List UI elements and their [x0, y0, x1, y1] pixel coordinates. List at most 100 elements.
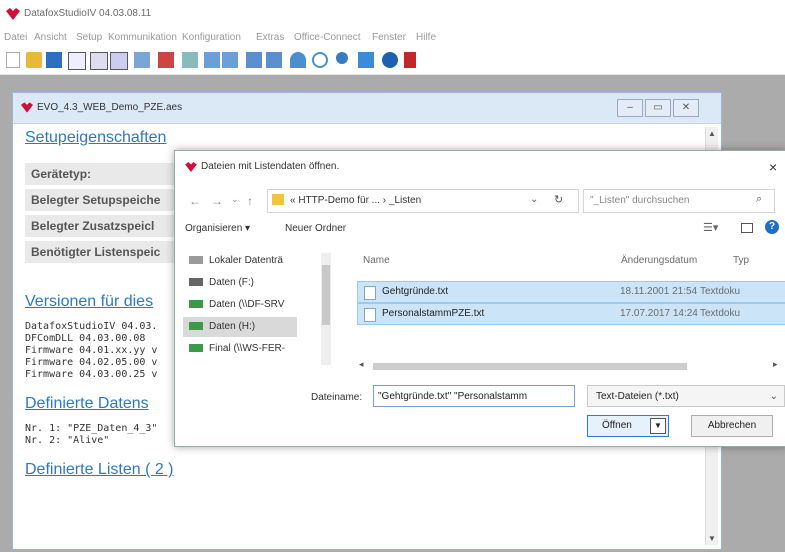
property-geraetetyp: Gerätetyp:	[25, 163, 181, 187]
drive-icon	[189, 256, 203, 265]
scroll-right-icon[interactable]: ▸	[773, 359, 778, 370]
menu-kommunikation[interactable]: Kommunikation	[108, 32, 177, 43]
view-options-icon[interactable]: ☰▾	[703, 221, 718, 234]
dialog-title: Dateien mit Listendaten öffnen.	[201, 161, 340, 172]
maximize-button[interactable]: ▭	[645, 99, 671, 117]
nav-item-label: Lokaler Datenträ	[209, 255, 283, 266]
receive-icon[interactable]	[266, 52, 282, 68]
column-header-date[interactable]: Änderungsdatum	[621, 255, 697, 266]
network-drive-icon	[189, 322, 203, 331]
menu-setup[interactable]: Setup	[76, 32, 102, 43]
filename-value: "Gehtgründe.txt" "Personalstamm	[378, 391, 528, 402]
file-list-hscrollbar[interactable]: ◂ ▸	[359, 359, 785, 373]
column-header-type[interactable]: Typ	[733, 255, 749, 266]
section-lists-title[interactable]: Definierte Listen ( 2 )	[25, 461, 174, 479]
search-icon[interactable]	[336, 52, 348, 64]
scroll-down-icon[interactable]: ▼	[708, 534, 716, 543]
text-file-icon	[364, 308, 376, 322]
monitor-icon[interactable]	[358, 52, 374, 68]
import-icon[interactable]	[204, 52, 220, 68]
new-icon[interactable]	[6, 52, 20, 68]
app-title: DatafoxStudioIV 04.03.08.11	[24, 8, 152, 19]
file-type-filter[interactable]: Text-Dateien (*.txt) ⌄	[587, 385, 785, 407]
open-button-label: Öffnen	[602, 420, 632, 431]
file-type: Textdoku	[700, 286, 741, 297]
search-box[interactable]: "_Listen" durchsuchen ⌕	[583, 189, 775, 213]
nav-scroll-thumb[interactable]	[322, 265, 330, 325]
nav-item-label: Final (\\WS-FER-	[209, 343, 286, 354]
hscroll-thumb[interactable]	[373, 363, 687, 370]
preview-pane-icon[interactable]	[741, 223, 753, 233]
dialog-close-button[interactable]: ×	[769, 159, 777, 175]
cancel-button[interactable]: Abbrechen	[691, 415, 773, 437]
refresh-icon[interactable]: ↻	[554, 193, 563, 206]
filter-value: Text-Dateien (*.txt)	[596, 391, 679, 402]
new-folder-button[interactable]: Neuer Ordner	[285, 223, 346, 234]
open-dropdown-icon[interactable]: ▼	[650, 418, 666, 434]
version-line: Firmware 04.02.05.00 v	[25, 357, 158, 368]
version-line: DFComDLL 04.03.00.08	[25, 333, 146, 344]
menu-ansicht[interactable]: Ansicht	[34, 32, 67, 43]
section-setup-title[interactable]: Setupeigenschaften	[25, 129, 166, 147]
drive-icon	[189, 278, 203, 287]
help-icon[interactable]: ?	[765, 220, 779, 234]
menu-bar: Datei Ansicht Setup Kommunikation Konfig…	[0, 30, 785, 48]
nav-item-daten-h[interactable]: Daten (H:)	[183, 317, 297, 337]
open-button[interactable]: Öffnen ▼	[587, 415, 669, 437]
list-icon[interactable]	[182, 52, 198, 68]
menu-hilfe[interactable]: Hilfe	[416, 32, 436, 43]
up-arrow-icon[interactable]: ↑	[247, 194, 253, 208]
forward-arrow-icon[interactable]: →	[211, 194, 223, 208]
users-icon[interactable]	[290, 52, 306, 68]
app-title-bar: DatafoxStudioIV 04.03.08.11	[0, 0, 785, 30]
scroll-left-icon[interactable]: ◂	[359, 359, 364, 370]
menu-extras[interactable]: Extras	[256, 32, 284, 43]
column-header-name[interactable]: Name	[363, 255, 390, 266]
grid-edit-icon[interactable]	[110, 52, 128, 70]
table-icon[interactable]	[68, 52, 86, 70]
chevron-down-icon: ⌄	[769, 391, 778, 402]
nav-scrollbar[interactable]	[321, 253, 331, 365]
transfer-icon[interactable]	[158, 52, 174, 68]
grid-icon[interactable]	[90, 52, 108, 70]
file-date: 17.07.2017 14:24	[620, 308, 698, 319]
property-setupspeicher: Belegter Setupspeiche	[25, 189, 181, 213]
export-icon[interactable]	[222, 52, 238, 68]
menu-konfiguration[interactable]: Konfiguration	[182, 32, 241, 43]
search-icon[interactable]: ⌕	[756, 193, 762, 206]
back-arrow-icon[interactable]: ←	[189, 194, 201, 208]
open-folder-icon[interactable]	[26, 52, 42, 68]
book-icon[interactable]	[404, 52, 416, 68]
dialog-bottom-bar: Dateiname: "Gehtgründe.txt" "Personalsta…	[175, 377, 785, 446]
address-bar[interactable]: « HTTP-Demo für ... › _Listen ⌄ ↻	[267, 189, 579, 213]
recent-dropdown-icon[interactable]: ⌄	[231, 194, 239, 205]
scroll-up-icon[interactable]: ▲	[708, 129, 716, 138]
dataset-line: Nr. 1: "PZE_Daten_4_3"	[25, 423, 158, 434]
filename-input[interactable]: "Gehtgründe.txt" "Personalstamm	[373, 385, 575, 407]
address-dropdown-icon[interactable]: ⌄	[530, 194, 538, 205]
nav-item-label: Daten (\\DF-SRV	[209, 299, 285, 310]
file-row[interactable]: PersonalstammPZE.txt 17.07.2017 14:24 Te…	[357, 303, 785, 325]
datafox-logo-icon	[185, 162, 197, 172]
menu-fenster[interactable]: Fenster	[372, 32, 406, 43]
property-listenspeicher: Benötigter Listenspeic	[25, 241, 181, 265]
minimize-button[interactable]: –	[617, 99, 643, 117]
dialog-title-bar: Dateien mit Listendaten öffnen. ×	[175, 151, 785, 181]
datafox-logo-icon	[21, 102, 33, 113]
send-icon[interactable]	[246, 52, 262, 68]
save-icon[interactable]	[46, 52, 62, 68]
organize-button[interactable]: Organisieren ▾	[185, 223, 250, 234]
clock-icon[interactable]	[312, 52, 328, 68]
menu-office-connect[interactable]: Office-Connect	[294, 32, 361, 43]
section-datasets-title[interactable]: Definierte Datens	[25, 395, 149, 413]
section-versions-title[interactable]: Versionen für dies	[25, 293, 153, 311]
close-window-button[interactable]: ✕	[673, 99, 699, 117]
settings-icon[interactable]	[382, 52, 398, 68]
device-icon[interactable]	[134, 52, 150, 68]
nav-item-label: Daten (F:)	[209, 277, 255, 288]
file-row[interactable]: Gehtgründe.txt 18.11.2001 21:54 Textdoku	[357, 281, 785, 303]
search-input[interactable]: "_Listen" durchsuchen	[590, 195, 689, 206]
datafox-logo-icon	[6, 8, 20, 20]
text-file-icon	[364, 286, 376, 300]
menu-datei[interactable]: Datei	[4, 32, 27, 43]
